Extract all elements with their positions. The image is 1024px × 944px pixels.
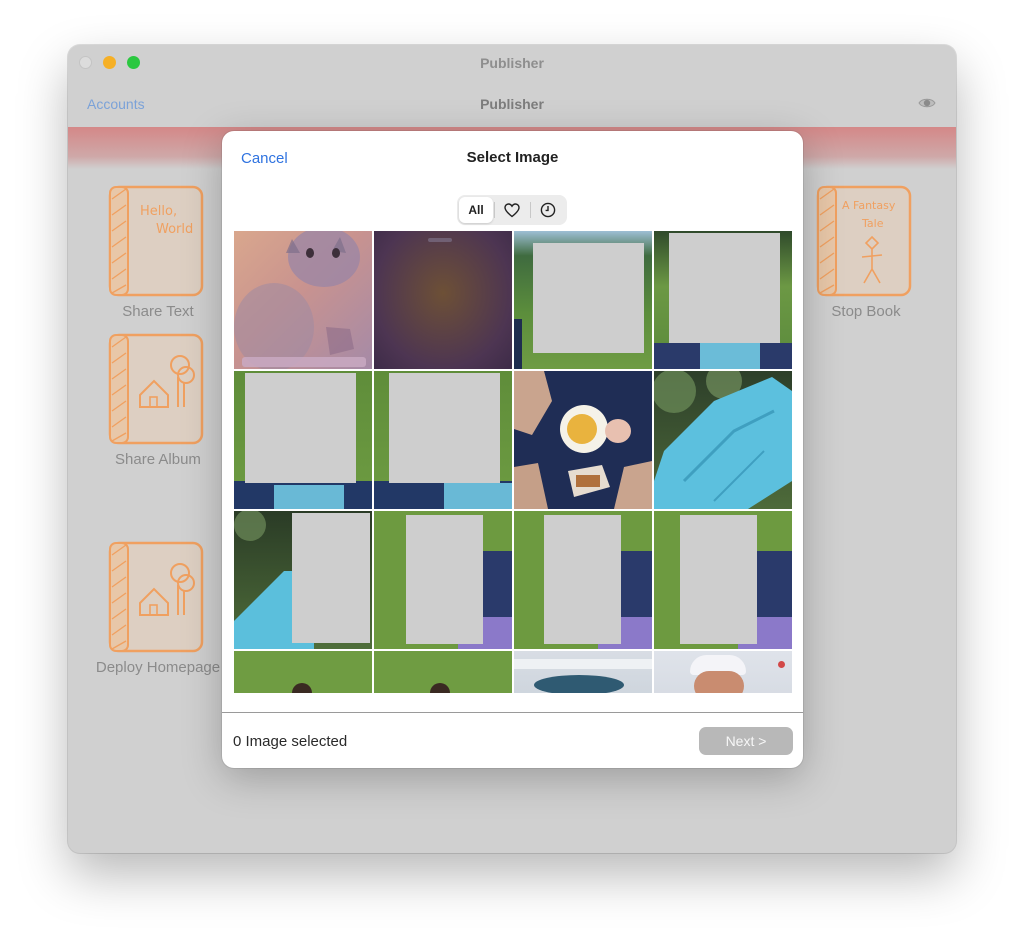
photo-detail [444, 483, 512, 509]
select-image-dialog: Cancel Select Image All 0 Image selected… [222, 131, 803, 768]
redacted-placeholder [669, 233, 780, 343]
redacted-placeholder [544, 515, 621, 644]
segment-all[interactable]: All [459, 197, 493, 223]
nav-title: Publisher [480, 96, 544, 112]
book-stop-book[interactable]: A Fantasy Tale Stop Book [796, 185, 936, 335]
segment-favorites[interactable] [495, 197, 529, 223]
dialog-title: Select Image [466, 149, 559, 166]
cover-text-line-1: A Fantasy [842, 199, 896, 212]
house-tree-icon [108, 541, 204, 653]
redacted-placeholder [680, 515, 757, 644]
redacted-placeholder [389, 373, 500, 483]
cover-text-line-2: World [156, 222, 193, 237]
redacted-placeholder [533, 243, 644, 353]
photo-detail [274, 485, 344, 509]
photo-detail [700, 343, 760, 369]
house-tree-icon [108, 333, 204, 445]
book-share-album[interactable]: Share Album [88, 333, 228, 483]
book-cover-icon: Hello, World [108, 185, 204, 297]
footer-divider [222, 712, 803, 713]
navigation-bar: Accounts Publisher [68, 89, 956, 121]
eye-icon[interactable] [918, 94, 936, 112]
food-plate-photo [514, 371, 652, 509]
book-label: Stop Book [831, 303, 901, 320]
photo-detail [514, 659, 652, 669]
segment-recent[interactable] [531, 197, 565, 223]
photo-cell[interactable] [654, 511, 792, 649]
photo-cell[interactable] [514, 511, 652, 649]
photo-cell[interactable] [234, 371, 372, 509]
photo-cell[interactable] [514, 651, 652, 693]
book-label: Deploy Homepage [95, 659, 221, 676]
heart-icon [504, 202, 520, 217]
cover-text-line-2: Tale [861, 217, 884, 230]
photo-detail [534, 675, 624, 693]
photo-cell[interactable] [234, 651, 372, 693]
photo-detail [430, 683, 450, 693]
photo-cell[interactable] [374, 231, 512, 369]
selection-status: 0 Image selected [233, 733, 348, 750]
photo-cell[interactable] [374, 371, 512, 509]
photo-cell[interactable] [374, 511, 512, 649]
cover-text-line-1: Hello, [140, 204, 177, 219]
photo-cell[interactable] [234, 231, 372, 369]
redacted-placeholder [292, 513, 370, 643]
photo-grid [234, 231, 792, 693]
title-bar: Publisher [68, 45, 956, 81]
blue-blanket-photo [654, 371, 792, 509]
photo-cell[interactable] [514, 231, 652, 369]
photo-detail [292, 683, 312, 693]
photo-cell[interactable] [654, 651, 792, 693]
redacted-placeholder [245, 373, 356, 483]
photo-cell[interactable] [654, 231, 792, 369]
clock-icon [540, 202, 556, 218]
photo-cell[interactable] [654, 371, 792, 509]
photo-cell[interactable] [374, 651, 512, 693]
redacted-placeholder [406, 515, 483, 644]
window-title: Publisher [480, 55, 544, 71]
book-deploy-homepage[interactable]: Deploy Homepage [88, 541, 228, 691]
book-label: Share Album [115, 451, 201, 468]
next-button[interactable]: Next > [699, 727, 793, 755]
book-label: Share Text [122, 303, 194, 320]
photo-detail [694, 671, 744, 693]
photo-cell[interactable] [514, 371, 652, 509]
dark-photo [428, 238, 452, 242]
filter-segmented-control: All [457, 195, 567, 225]
stick-figure-icon: A Fantasy Tale [816, 185, 912, 297]
photo-detail [514, 319, 522, 369]
cat-photo [234, 231, 366, 369]
book-share-text[interactable]: Hello, World Share Text [88, 185, 228, 335]
photo-cell[interactable] [234, 511, 372, 649]
photo-detail [778, 661, 785, 668]
